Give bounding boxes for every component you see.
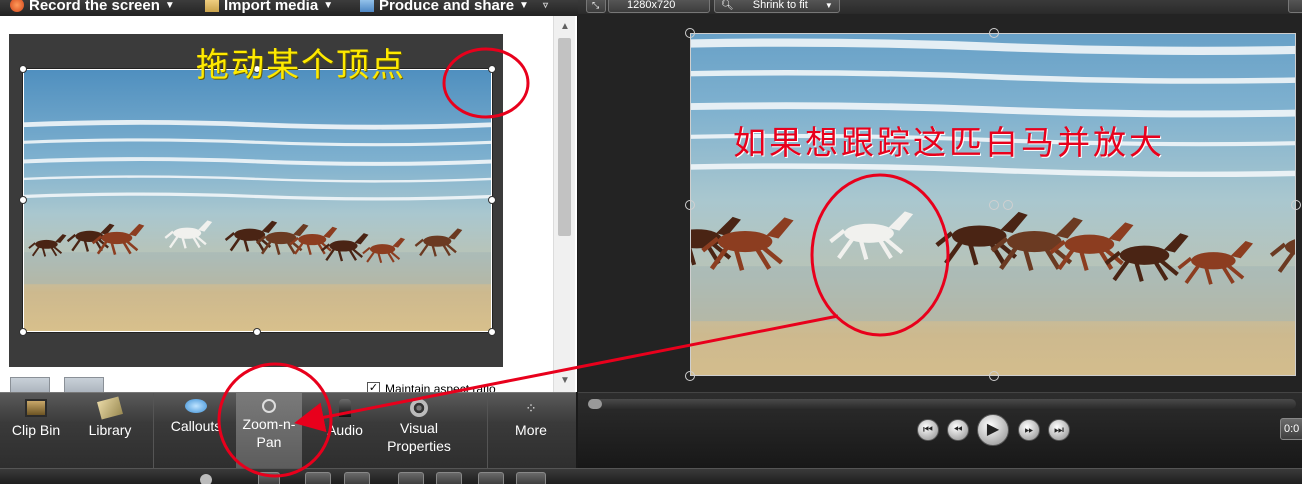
track-horse-annotation: 如果想跟踪这匹白马并放大 [733,123,1165,162]
timeline-tool-button[interactable] [344,472,370,484]
resize-handle-top-left[interactable] [19,65,27,73]
detach-button[interactable] [1288,0,1302,13]
next-clip-button[interactable]: ⏭︎ [1048,419,1070,441]
scrollbar-thumb[interactable] [558,38,571,236]
expand-icon: ⤡ [592,0,600,10]
library-icon [97,396,123,420]
canvas-handle-bottom-left[interactable] [685,371,695,381]
canvas-center-handle[interactable] [989,200,999,210]
menu-overflow-icon[interactable]: ▿ [543,0,548,11]
zoom-dropdown[interactable]: 🔍︎ Shrink to fit ▼ [714,0,840,13]
zoom-slider-knob[interactable] [200,474,212,484]
play-icon: ▶ [986,421,1000,438]
tab-zoom-n-pan[interactable]: Zoom-n- Pan [236,393,302,469]
canvas-toolbar: ⤡ 1280x720 🔍︎ Shrink to fit ▼ [578,0,1302,14]
tab-clip-bin[interactable]: Clip Bin [0,393,72,469]
tab-label: Zoom-n- Pan [242,416,296,450]
scroll-up-icon[interactable]: ▲ [554,18,576,36]
produce-share-label: Produce and share [379,0,515,14]
timeline-tool-button[interactable] [436,472,462,484]
rewind-icon: ⏪︎ [953,424,963,436]
produce-icon [360,0,374,12]
resize-handle-top-right[interactable] [488,65,496,73]
play-button[interactable]: ▶ [977,414,1009,446]
timeline-toolbar [0,468,1302,484]
tab-visual-properties[interactable]: Visual Properties [378,393,460,469]
resize-handle-bottom[interactable] [253,328,261,336]
vertical-scrollbar[interactable]: ▲ ▼ [553,16,575,392]
record-icon [10,0,24,12]
speaker-icon [339,399,351,417]
canvas-handle-top-left[interactable] [685,28,695,38]
produce-share-menu[interactable]: Produce and share ▼ ▿ [360,0,548,14]
film-reel-icon [410,399,428,417]
zoom-selection-rectangle[interactable] [23,69,492,332]
tab-label: Visual Properties [387,420,451,454]
previous-clip-button[interactable]: ⏮︎ [917,419,939,441]
top-menu-bar: Record the screen ▼ Import media ▼ Produ… [0,0,578,16]
tab-library[interactable]: Library [76,393,144,469]
import-icon [205,0,219,12]
canvas-rotate-handle[interactable] [1003,200,1013,210]
timeline-tool-button[interactable] [305,472,331,484]
timecode-display: 0:0 [1280,418,1302,440]
tab-label: Library [88,422,132,438]
skip-forward-icon: ⏭︎ [1054,424,1064,436]
chevron-down-icon: ▼ [323,0,334,11]
resize-handle-right[interactable] [488,196,496,204]
chevron-down-icon: ▼ [164,0,175,11]
resize-handle-bottom-right[interactable] [488,328,496,336]
canvas-handle-top[interactable] [989,28,999,38]
resize-handle-bottom-left[interactable] [19,328,27,336]
tab-callouts[interactable]: Callouts [158,393,234,469]
tab-more[interactable]: ⁘ More [492,393,570,469]
fast-forward-button[interactable]: ⏩︎ [1018,419,1040,441]
task-tabs-toolbar: Clip Bin Library Callouts Zoom-n- Pan Au… [0,392,576,469]
record-screen-label: Record the screen [29,0,160,14]
import-media-menu[interactable]: Import media ▼ [205,0,333,14]
tab-label: Callouts [170,418,222,434]
speech-bubble-icon [185,399,207,413]
drag-corner-annotation: 拖动某个顶点 [196,45,406,84]
scrubber-knob[interactable] [588,399,602,409]
tab-label: Audio [327,422,363,438]
timeline-tool-button[interactable] [516,472,546,484]
timeline-tool-button[interactable] [478,472,504,484]
resolution-dropdown[interactable]: 1280x720 [608,0,710,13]
skip-back-icon: ⏮︎ [923,424,933,436]
chevron-down-icon: ▼ [824,1,833,10]
tab-audio[interactable]: Audio [318,393,372,469]
zoom-option-value: Shrink to fit [752,0,808,11]
search-icon: 🔍︎ [721,0,734,11]
canvas-handle-right[interactable] [1291,200,1301,210]
tab-label: More [515,422,547,438]
canvas-handle-bottom[interactable] [989,371,999,381]
film-strip-icon [25,399,47,417]
canvas-handle-left[interactable] [685,200,695,210]
fullscreen-button[interactable]: ⤡ [586,0,606,13]
magnifier-icon [262,399,276,413]
resolution-value: 1280x720 [627,0,676,11]
timeline-scrubber[interactable] [588,399,1296,409]
fast-forward-icon: ⏩︎ [1024,424,1034,436]
dots-icon: ⁘ [525,400,537,416]
resize-handle-left[interactable] [19,196,27,204]
import-media-label: Import media [224,0,319,14]
scroll-down-icon[interactable]: ▼ [554,372,576,390]
rewind-button[interactable]: ⏪︎ [947,419,969,441]
chevron-down-icon: ▼ [519,0,529,11]
timeline-tool-button[interactable] [258,472,280,484]
timeline-tool-button[interactable] [398,472,424,484]
tab-label: Clip Bin [11,422,61,438]
record-screen-menu[interactable]: Record the screen ▼ [10,0,175,14]
